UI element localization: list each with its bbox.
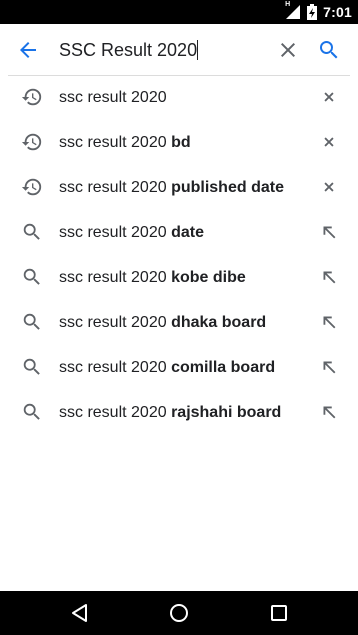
search-icon — [21, 401, 43, 423]
suggestion-item[interactable]: ssc result 2020 kobe dibe — [0, 255, 358, 300]
suggestion-text: ssc result 2020 date — [59, 223, 204, 242]
suggestion-item[interactable]: ssc result 2020 bd — [0, 120, 358, 165]
network-type-icon: H — [285, 1, 301, 20]
suggestion-prefix: ssc result 2020 — [59, 179, 167, 196]
history-icon — [21, 176, 43, 198]
suggestion-item[interactable]: ssc result 2020 published date — [0, 165, 358, 210]
search-query-text: SSC Result 2020 — [59, 40, 198, 60]
arrow-up-left-icon[interactable] — [318, 401, 340, 423]
suggestion-text: ssc result 2020 rajshahi board — [59, 403, 281, 422]
suggestion-suffix: rajshahi board — [171, 404, 282, 421]
suggestion-suffix: kobe dibe — [171, 269, 246, 286]
suggestion-item[interactable]: ssc result 2020 dhaka board — [0, 300, 358, 345]
battery-icon — [307, 4, 318, 20]
suggestion-text: ssc result 2020 dhaka board — [59, 313, 266, 332]
home-circle-icon[interactable] — [167, 601, 191, 625]
search-icon — [21, 356, 43, 378]
history-icon — [21, 131, 43, 153]
suggestion-item[interactable]: ssc result 2020 rajshahi board — [0, 390, 358, 435]
search-input[interactable]: SSC Result 2020 — [59, 39, 199, 61]
arrow-up-left-icon[interactable] — [318, 356, 340, 378]
suggestion-text: ssc result 2020 comilla board — [59, 358, 275, 377]
suggestion-item[interactable]: ssc result 2020 — [0, 75, 358, 120]
search-icon — [21, 311, 43, 333]
suggestion-prefix: ssc result 2020 — [59, 134, 167, 151]
suggestion-suffix: published date — [171, 179, 284, 196]
suggestion-prefix: ssc result 2020 — [59, 269, 167, 286]
back-triangle-icon[interactable] — [68, 601, 92, 625]
navigation-bar — [0, 591, 358, 635]
history-icon — [21, 86, 43, 108]
network-type-label: H — [285, 1, 291, 8]
suggestion-text: ssc result 2020 published date — [59, 178, 284, 197]
suggestion-suffix: dhaka board — [171, 314, 267, 331]
arrow-up-left-icon[interactable] — [318, 266, 340, 288]
suggestion-prefix: ssc result 2020 — [59, 404, 167, 421]
suggestion-text: ssc result 2020 bd — [59, 133, 191, 152]
close-icon[interactable] — [318, 176, 340, 198]
suggestion-item[interactable]: ssc result 2020 date — [0, 210, 358, 255]
close-icon[interactable] — [276, 38, 300, 62]
search-icon[interactable] — [317, 38, 341, 62]
suggestion-suffix: bd — [171, 134, 191, 151]
suggestion-suffix: date — [171, 224, 204, 241]
close-icon[interactable] — [318, 131, 340, 153]
recents-square-icon[interactable] — [267, 601, 291, 625]
suggestion-item[interactable]: ssc result 2020 comilla board — [0, 345, 358, 390]
search-icon — [21, 221, 43, 243]
status-time: 7:01 — [323, 4, 352, 20]
suggestion-prefix: ssc result 2020 — [59, 314, 167, 331]
suggestion-suffix: comilla board — [171, 359, 276, 376]
status-bar: H 7:01 — [0, 0, 358, 24]
arrow-up-left-icon[interactable] — [318, 221, 340, 243]
search-bar: SSC Result 2020 — [0, 24, 358, 76]
suggestion-text: ssc result 2020 kobe dibe — [59, 268, 246, 287]
search-icon — [21, 266, 43, 288]
status-icons: H 7:01 — [285, 0, 352, 24]
suggestion-text: ssc result 2020 — [59, 88, 167, 107]
suggestion-prefix: ssc result 2020 — [59, 89, 167, 106]
suggestion-prefix: ssc result 2020 — [59, 224, 167, 241]
suggestion-prefix: ssc result 2020 — [59, 359, 167, 376]
arrow-up-left-icon[interactable] — [318, 311, 340, 333]
close-icon[interactable] — [318, 86, 340, 108]
suggestion-list: ssc result 2020 ssc result 2020 bd ssc r… — [0, 75, 358, 435]
arrow-back-icon[interactable] — [16, 38, 40, 62]
text-cursor — [197, 40, 199, 60]
